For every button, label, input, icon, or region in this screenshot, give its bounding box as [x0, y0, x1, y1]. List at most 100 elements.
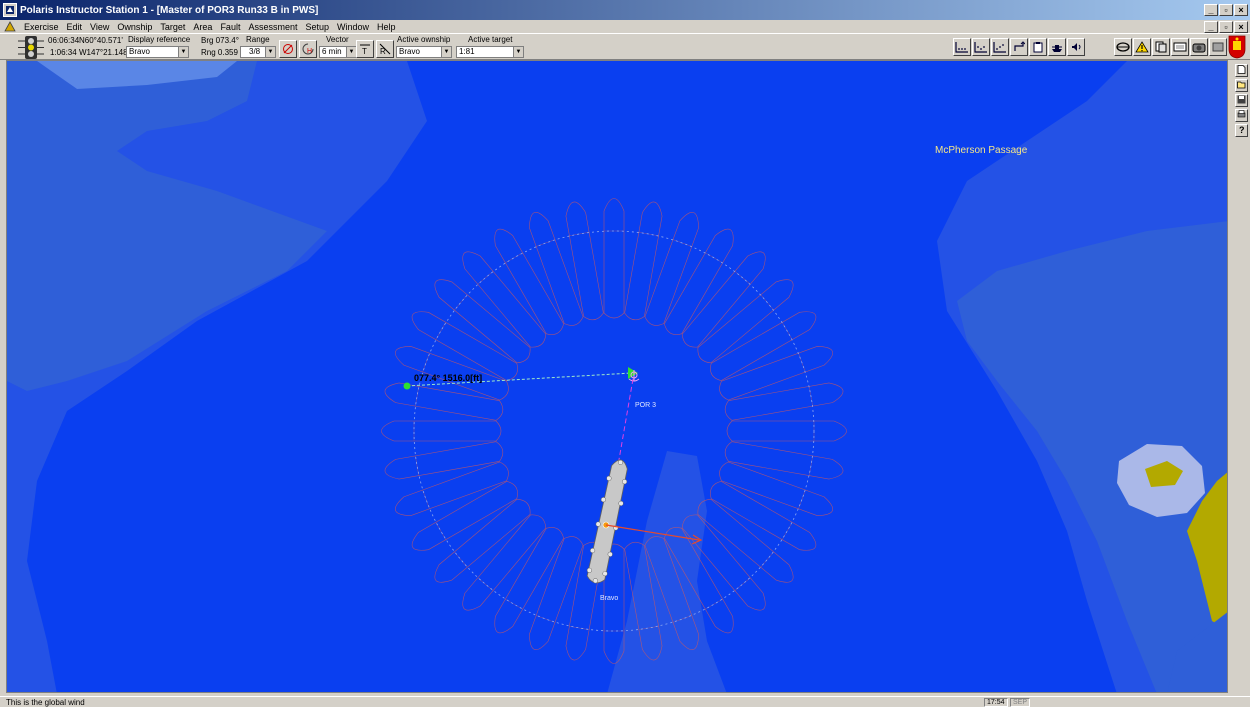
grid-icon [955, 42, 968, 53]
ghost-ship-outline [724, 441, 844, 480]
display-reference-select[interactable]: Bravo ▼ [126, 46, 189, 58]
print-button[interactable] [1235, 109, 1248, 122]
save-icon [1237, 95, 1246, 104]
close-button[interactable]: × [1234, 4, 1248, 16]
vector-select[interactable]: 6 min ▼ [319, 46, 357, 58]
grid-icon [974, 42, 987, 53]
camera-button[interactable] [1190, 38, 1208, 56]
menu-fault[interactable]: Fault [216, 22, 244, 32]
status-clock: 17:54 [984, 698, 1008, 707]
document-window-icon[interactable] [4, 21, 16, 32]
window-title: Polaris Instructor Station 1 - [Master o… [20, 4, 319, 16]
range-value: Rng 0.359 n [201, 48, 245, 57]
ghost-ship-outline [411, 481, 518, 551]
maximize-button[interactable]: ▫ [1219, 4, 1233, 16]
swing-circle-ghosts [381, 198, 847, 664]
bearing-start-marker[interactable] [403, 382, 411, 390]
svg-text:T: T [362, 47, 367, 55]
open-icon [1237, 81, 1246, 89]
ownship-label: Bravo [600, 595, 618, 602]
new-button[interactable] [1235, 64, 1248, 77]
documents-button[interactable] [1152, 38, 1170, 56]
range-ring-icon [283, 44, 293, 54]
ghost-ship-outline [565, 201, 604, 321]
menu-view[interactable]: View [86, 22, 113, 32]
grid-3-button[interactable] [991, 38, 1009, 56]
route-icon [1014, 41, 1025, 51]
menu-ownship[interactable]: Ownship [113, 22, 156, 32]
open-button[interactable] [1235, 79, 1248, 92]
ghost-ship-outline [384, 382, 504, 421]
monitor-icon [1173, 42, 1187, 52]
help-button[interactable]: ? [1235, 124, 1248, 137]
status-message: This is the global wind [6, 698, 85, 707]
display-reference-label: Display reference [128, 35, 191, 44]
grid-1-button[interactable] [953, 38, 971, 56]
menu-window[interactable]: Window [333, 22, 373, 32]
menu-edit[interactable]: Edit [63, 22, 87, 32]
status-bar: This is the global wind 17:54 SEP [0, 696, 1250, 707]
true-vector-button[interactable]: T [356, 40, 374, 58]
nautical-chart[interactable]: 077.4° 1516.0[ft] POR 3 Bravo McPherson … [7, 61, 1228, 693]
waypoint-label: POR 3 [635, 402, 656, 409]
active-ownship-select[interactable]: Bravo ▼ [396, 46, 452, 58]
clipboard-button[interactable] [1029, 38, 1047, 56]
traffic-light-icon[interactable] [16, 35, 46, 60]
chevron-down-icon: ▼ [178, 47, 188, 57]
ship-button[interactable] [1048, 38, 1066, 56]
mdi-close-button[interactable]: × [1234, 20, 1248, 33]
ghost-ship-outline [384, 441, 504, 480]
route-button[interactable] [1010, 38, 1028, 56]
range-ring-button[interactable] [279, 40, 297, 58]
warning-button[interactable] [1133, 38, 1151, 56]
relative-vector-button[interactable]: R [376, 40, 394, 58]
active-target-select[interactable]: 1:81 ▼ [456, 46, 524, 58]
exit-icon [1212, 42, 1224, 52]
bearing-readout: 077.4° 1516.0[ft] [414, 373, 482, 383]
sound-button[interactable] [1067, 38, 1085, 56]
status-mode: SEP [1010, 698, 1031, 707]
menu-setup[interactable]: Setup [301, 22, 333, 32]
ship-icon [1052, 45, 1062, 52]
menu-exercise[interactable]: Exercise [20, 22, 63, 32]
latitude: N60°40.571' [79, 36, 123, 45]
toolbar: 06:06:34 1:06:34 N60°40.571' W147°21.148… [0, 33, 1250, 60]
documents-icon [1155, 41, 1167, 53]
menu-assessment[interactable]: Assessment [244, 22, 301, 32]
ghost-ship-outline [529, 212, 584, 326]
engine-button[interactable] [1114, 38, 1132, 56]
ownship-bravo[interactable] [584, 458, 632, 586]
camera-icon [1192, 43, 1206, 53]
ghost-ship-outline [494, 228, 564, 335]
ghost-ship-outline [710, 311, 817, 381]
chart-display[interactable]: 077.4° 1516.0[ft] POR 3 Bravo McPherson … [6, 60, 1228, 693]
ghost-ship-outline [529, 536, 584, 650]
ghost-ship-outline [719, 461, 833, 516]
channel-south [607, 451, 727, 692]
title-bar: Polaris Instructor Station 1 - [Master o… [0, 0, 1250, 20]
place-label-mcpherson-passage: McPherson Passage [935, 145, 1028, 156]
speaker-icon [1072, 43, 1081, 51]
ghost-ship-outline [434, 498, 531, 583]
range-label: Range [246, 35, 270, 44]
active-target-label: Active target [468, 35, 513, 44]
monitor-button[interactable] [1171, 38, 1189, 56]
heading-button[interactable]: H [299, 40, 317, 58]
menu-area[interactable]: Area [189, 22, 216, 32]
grid-2-button[interactable] [972, 38, 990, 56]
exercise-time: 06:06:34 [48, 36, 80, 45]
range-select[interactable]: 3/8 ▼ [240, 46, 276, 58]
elapsed-time: 1:06:34 [50, 48, 77, 57]
mdi-restore-button[interactable]: ▫ [1219, 20, 1233, 33]
menu-target[interactable]: Target [156, 22, 189, 32]
app-icon[interactable] [3, 3, 17, 17]
save-button[interactable] [1235, 94, 1248, 107]
minimize-button[interactable]: _ [1204, 4, 1218, 16]
ghost-ship-outline [724, 382, 844, 421]
menu-help[interactable]: Help [373, 22, 400, 32]
ghost-ship-outline [644, 212, 699, 326]
menu-bar: Exercise Edit View Ownship Target Area F… [0, 20, 1250, 33]
ghost-ship-outline [697, 279, 794, 364]
mdi-minimize-button[interactable]: _ [1204, 20, 1218, 33]
exit-button[interactable] [1209, 38, 1227, 56]
